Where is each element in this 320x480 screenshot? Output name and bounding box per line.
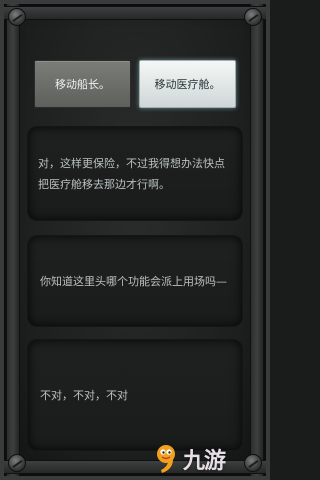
dialog-panel-2: 你知道这里头哪个功能会派上用场吗— [28, 236, 242, 326]
bolt-icon [8, 454, 26, 472]
dialog-panel-1: 对，这样更保险，不过我得想办法快点把医疗舱移去那边才行啊。 [28, 127, 242, 220]
bolt-icon [244, 8, 262, 26]
right-frame-rail [250, 4, 264, 476]
dialog-panel-3: 不对，不对，不对 [28, 340, 242, 450]
move-captain-label: 移动船长。 [55, 78, 110, 91]
jiuyou-logo-icon [157, 445, 175, 473]
left-frame-rail [6, 4, 20, 476]
top-frame-bar [4, 6, 266, 20]
bolt-icon [8, 8, 26, 26]
dialog-text-3: 不对，不对，不对 [40, 388, 128, 402]
move-captain-button[interactable]: 移动船长。 [34, 60, 131, 108]
jiuyou-watermark: 九游 [152, 442, 260, 476]
watermark-text: 九游 [183, 449, 226, 474]
dialog-text-2: 你知道这里头哪个功能会派上用场吗— [40, 274, 227, 288]
move-medbay-button[interactable]: 移动医疗舱。 [139, 60, 236, 108]
dialog-text-1: 对，这样更保险，不过我得想办法快点把医疗舱移去那边才行啊。 [38, 156, 225, 191]
move-medbay-label: 移动医疗舱。 [154, 78, 221, 91]
